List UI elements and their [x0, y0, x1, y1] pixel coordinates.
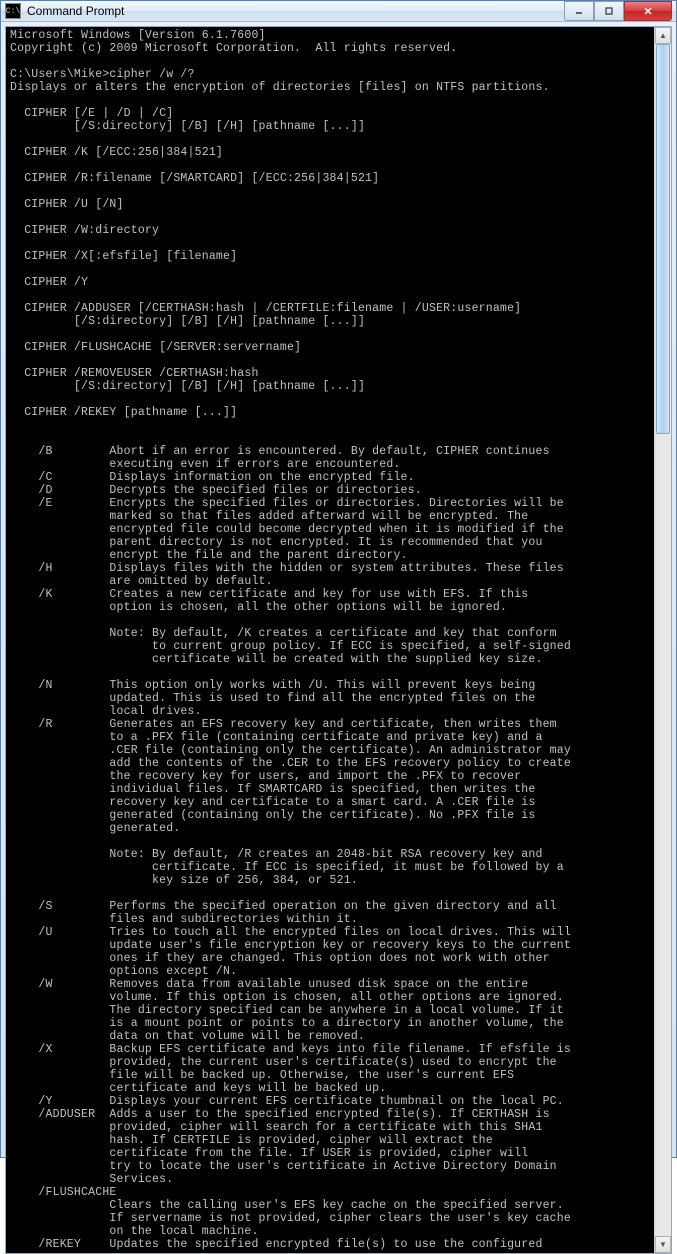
- vertical-scrollbar[interactable]: ▲ ▼: [654, 27, 671, 1253]
- window-title: Command Prompt: [27, 4, 564, 18]
- scroll-up-button[interactable]: ▲: [655, 27, 671, 44]
- scroll-thumb[interactable]: [656, 44, 670, 434]
- titlebar[interactable]: C:\ Command Prompt: [1, 1, 676, 22]
- window-controls: [564, 1, 672, 21]
- content-frame: Microsoft Windows [Version 6.1.7600] Cop…: [5, 26, 672, 1254]
- command-prompt-window: C:\ Command Prompt Microsoft Windows [Ve…: [0, 0, 677, 1158]
- app-icon: C:\: [5, 3, 21, 19]
- maximize-button[interactable]: [594, 1, 624, 21]
- scroll-down-button[interactable]: ▼: [655, 1236, 671, 1253]
- close-button[interactable]: [624, 1, 672, 21]
- scroll-track[interactable]: [655, 44, 671, 1236]
- terminal-output[interactable]: Microsoft Windows [Version 6.1.7600] Cop…: [6, 27, 654, 1253]
- minimize-button[interactable]: [564, 1, 594, 21]
